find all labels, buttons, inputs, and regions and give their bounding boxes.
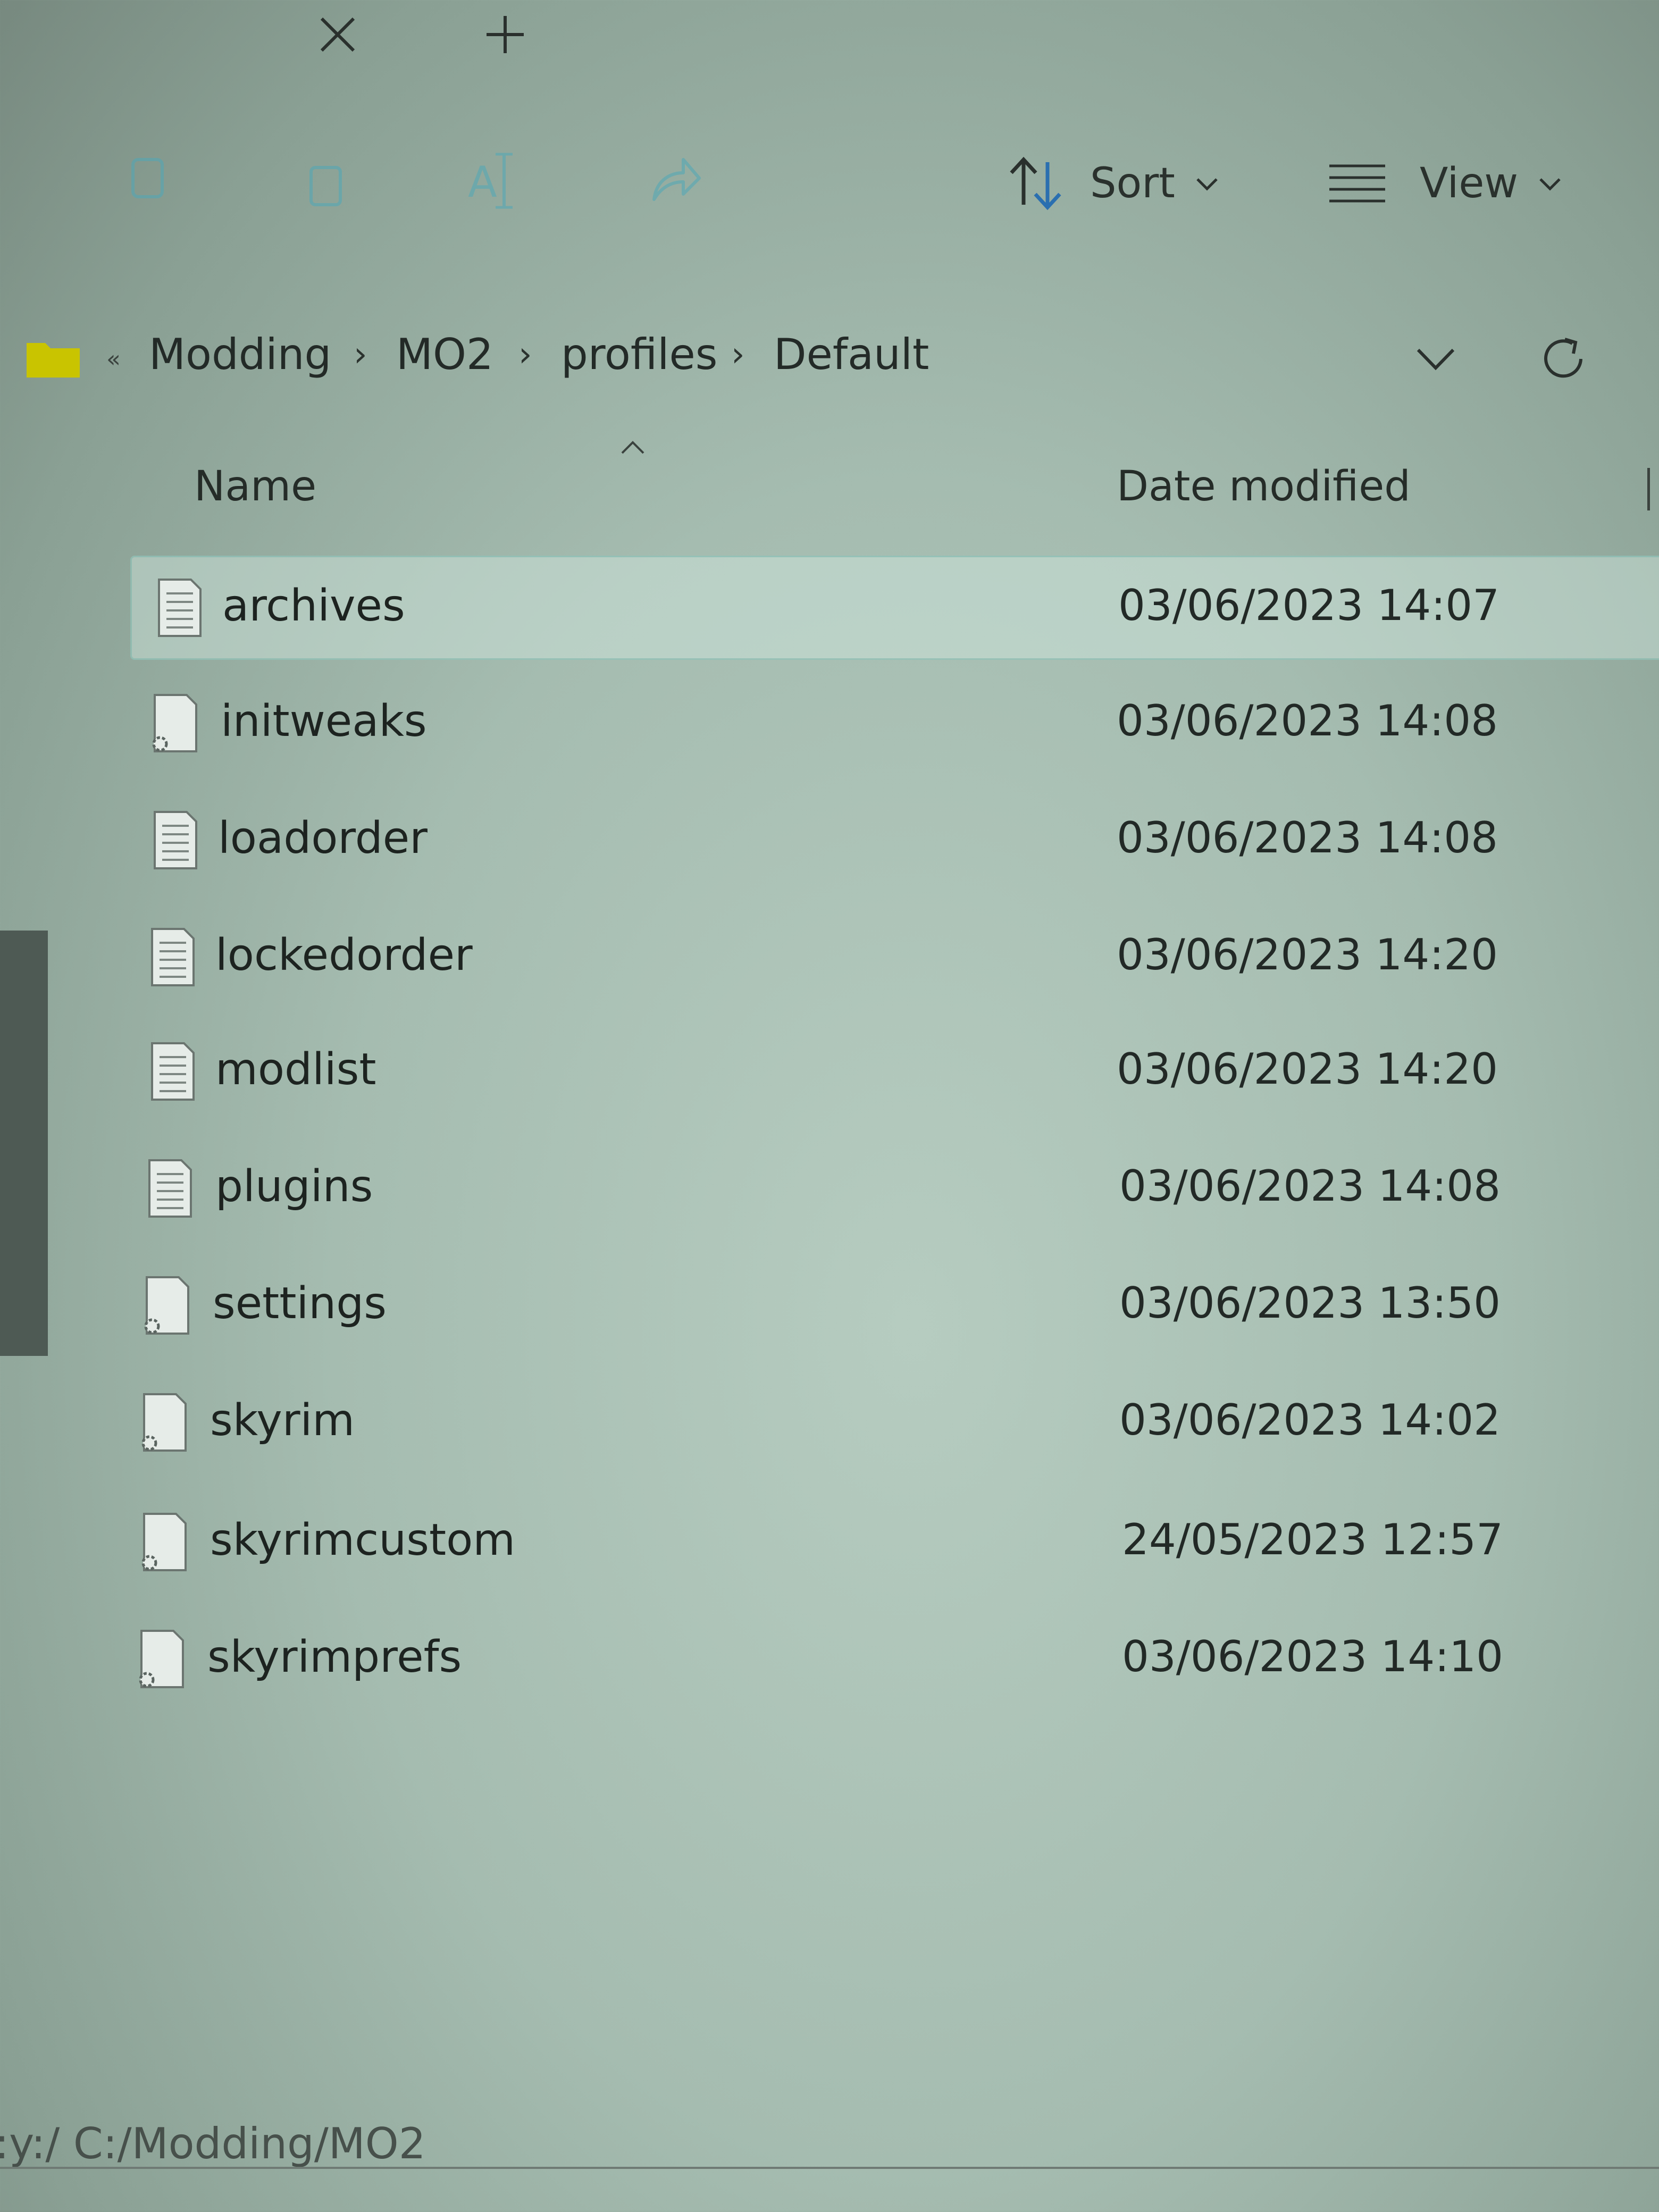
chevron-right-icon: › <box>518 335 532 374</box>
text-file-icon <box>151 1042 195 1101</box>
file-name: archives <box>222 581 405 631</box>
text-file-icon <box>154 811 197 869</box>
column-header-name[interactable]: Name <box>194 463 316 510</box>
file-name: skyrim <box>210 1395 355 1446</box>
chevron-right-icon: › <box>731 335 745 374</box>
chevron-down-icon <box>1196 178 1218 191</box>
file-date: 24/05/2023 12:57 <box>1122 1515 1504 1564</box>
breadcrumb-overflow[interactable]: « <box>106 346 121 373</box>
file-row-skyrim[interactable]: skyrim 03/06/2023 14:02 <box>130 1372 1659 1473</box>
refresh-icon[interactable] <box>1534 330 1593 388</box>
file-name: skyrimcustom <box>210 1515 516 1565</box>
file-name: lockedorder <box>215 930 473 981</box>
file-name: loadorder <box>218 813 428 864</box>
address-dropdown-icon[interactable] <box>1412 335 1460 383</box>
file-date: 03/06/2023 14:08 <box>1117 696 1498 745</box>
file-name: modlist <box>215 1044 376 1095</box>
file-date: 03/06/2023 14:08 <box>1117 813 1498 862</box>
settings-file-icon <box>139 1630 184 1688</box>
view-label: View <box>1420 160 1519 207</box>
share-icon[interactable] <box>646 149 705 213</box>
plus-icon[interactable] <box>476 5 534 64</box>
breadcrumb-mo2[interactable]: MO2 <box>396 330 493 379</box>
file-row-skyrimcustom[interactable]: skyrimcustom 24/05/2023 12:57 <box>130 1492 1659 1593</box>
folder-icon <box>27 343 80 378</box>
column-header-date-modified[interactable]: Date modified <box>1117 463 1411 510</box>
copy-icon[interactable] <box>298 149 356 213</box>
sort-ascending-icon <box>621 441 644 454</box>
file-name: settings <box>213 1278 387 1329</box>
navigation-pane-scrollbar[interactable] <box>0 931 48 1356</box>
sort-icon <box>1010 156 1061 211</box>
status-path: :y:/ C:/Modding/MO2 <box>0 2119 426 2168</box>
file-name: plugins <box>215 1161 373 1212</box>
text-file-icon <box>158 579 202 637</box>
settings-file-icon <box>144 1276 189 1335</box>
text-file-icon <box>148 1159 192 1218</box>
status-divider <box>0 2167 1659 2169</box>
file-date: 03/06/2023 14:07 <box>1118 581 1500 630</box>
file-date: 03/06/2023 14:10 <box>1122 1632 1504 1681</box>
file-row-loadorder[interactable]: loadorder 03/06/2023 14:08 <box>130 790 1659 891</box>
settings-file-icon <box>152 694 197 752</box>
chevron-down-icon <box>1539 178 1561 191</box>
sort-button[interactable]: Sort <box>1005 149 1223 218</box>
file-date: 03/06/2023 13:50 <box>1119 1278 1501 1328</box>
cut-icon[interactable] <box>120 149 178 213</box>
rename-icon[interactable]: A <box>463 149 521 213</box>
file-row-initweaks[interactable]: initweaks 03/06/2023 14:08 <box>130 673 1659 774</box>
breadcrumb-modding[interactable]: Modding <box>149 330 331 379</box>
view-lines-icon <box>1329 164 1385 203</box>
close-icon[interactable] <box>308 5 367 64</box>
file-name: skyrimprefs <box>207 1632 462 1682</box>
file-date: 03/06/2023 14:20 <box>1117 1044 1498 1094</box>
file-row-lockedorder[interactable]: lockedorder 03/06/2023 14:20 <box>130 907 1659 1008</box>
file-row-modlist[interactable]: modlist 03/06/2023 14:20 <box>130 1021 1659 1122</box>
file-row-settings[interactable]: settings 03/06/2023 13:50 <box>130 1255 1659 1356</box>
sort-label: Sort <box>1090 160 1175 207</box>
file-date: 03/06/2023 14:08 <box>1119 1161 1501 1211</box>
file-row-plugins[interactable]: plugins 03/06/2023 14:08 <box>130 1138 1659 1239</box>
breadcrumb-default[interactable]: Default <box>774 330 929 379</box>
file-name: initweaks <box>221 696 427 747</box>
breadcrumb-profiles[interactable]: profiles <box>561 330 717 379</box>
chevron-right-icon: › <box>354 335 367 374</box>
view-button[interactable]: View <box>1327 149 1566 218</box>
file-row-skyrimprefs[interactable]: skyrimprefs 03/06/2023 14:10 <box>130 1608 1659 1710</box>
column-divider[interactable] <box>1647 468 1650 510</box>
settings-file-icon <box>141 1393 187 1452</box>
settings-file-icon <box>141 1513 187 1571</box>
file-row-archives[interactable]: archives 03/06/2023 14:07 <box>130 556 1659 660</box>
file-date: 03/06/2023 14:20 <box>1117 930 1498 979</box>
text-file-icon <box>151 928 195 986</box>
file-date: 03/06/2023 14:02 <box>1119 1395 1501 1445</box>
svg-text:A: A <box>468 157 497 207</box>
